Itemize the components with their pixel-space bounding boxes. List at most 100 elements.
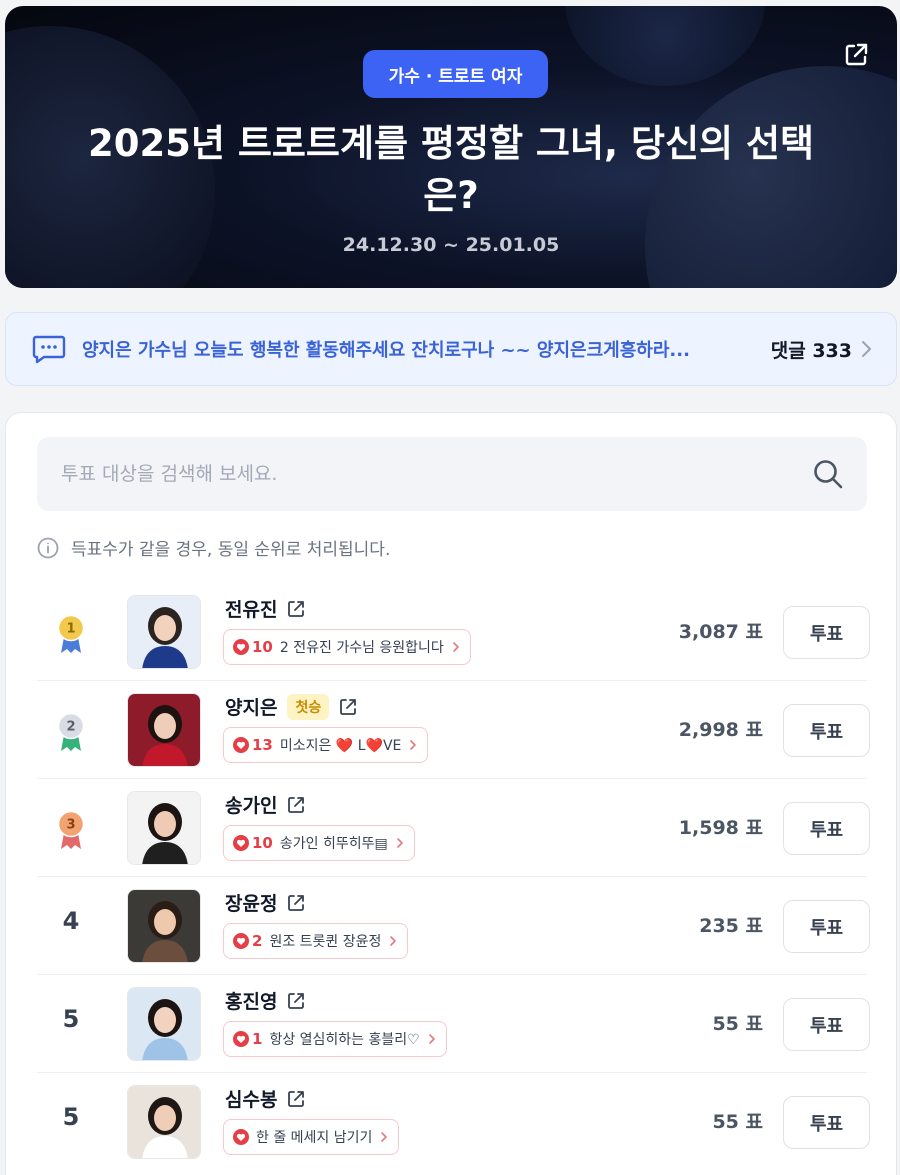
cheer-message-text: 한 줄 메세지 남기기 [256,1130,373,1146]
external-link-icon[interactable] [286,795,306,815]
external-link-icon[interactable] [338,697,358,717]
singer-name: 심수봉 [225,1089,278,1111]
cheer-count: 13 [252,736,273,754]
tie-notice-text: 득표수가 같을 경우, 동일 순위로 처리됩니다. [71,540,391,560]
ranking-row: 2 양지은 첫승 13 미소지은 ❤️ L❤️VE 2,998 표 투표 [37,681,870,779]
avatar-image [128,596,200,668]
rank-number: 1 [66,622,75,637]
singer-name: 장윤정 [225,893,278,915]
category-badge: 가수 · 트로트 여자 [363,50,548,98]
heart-icon [233,933,249,949]
info-icon [37,537,59,558]
cheer-message-pill[interactable]: 1 항상 열심히하는 홍블리♡ [223,1021,447,1057]
comment-bar[interactable]: 양지은 가수님 오늘도 행복한 활동해주세요 잔치로구나 ~~ 양지은크게흥하라… [5,312,897,386]
ranking-card: 득표수가 같을 경우, 동일 순위로 처리됩니다. 1 전유진 10 2 전유진 가수… [5,412,897,1175]
search-input[interactable] [61,463,811,485]
cheer-count: 2 [252,932,263,950]
vote-period: 24.12.30 ~ 25.01.05 [342,234,560,256]
vote-count: 3,087 표 [678,621,763,643]
singer-name-line: 송가인 [225,791,306,818]
vote-count: 235 표 [699,915,763,937]
vote-count: 55 표 [712,1013,763,1035]
cheer-count: 1 [252,1030,263,1048]
heart-icon [233,1129,249,1145]
vote-count: 2,998 표 [678,719,763,741]
cheer-message-text: 2 전유진 가수님 응원합니다 [279,640,444,656]
singer-avatar[interactable] [127,693,201,767]
rank-number: 4 [62,907,80,935]
ranking-list: 1 전유진 10 2 전유진 가수님 응원합니다 3,087 표 투표 2 양지은 첫승 13 미소… [37,583,870,1171]
avatar-image [128,890,200,962]
singer-name: 전유진 [225,599,278,621]
singer-avatar[interactable] [127,1085,201,1159]
singer-avatar[interactable] [127,889,201,963]
chevron-right-icon [453,642,459,652]
page-title: 2025년 트로트계를 평정할 그녀, 당신의 선택은? [87,122,815,217]
cheer-message-text: 항상 열심히하는 홍블리♡ [269,1032,420,1048]
comment-count-label: 댓글 333 [770,339,852,362]
avatar-image [128,1086,200,1158]
search-bar [37,437,867,511]
ranking-row: 1 전유진 10 2 전유진 가수님 응원합니다 3,087 표 투표 [37,583,870,681]
chevron-right-icon [428,1034,435,1044]
comment-count[interactable]: 댓글 333 [771,336,872,363]
chevron-right-icon [410,740,417,750]
ranking-row: 3 송가인 10 송가인 히뚜히뚜▤ 1,598 표 투표 [37,779,870,877]
cheer-message-pill[interactable]: 2 원조 트롯퀸 장윤정 [223,923,409,959]
singer-avatar[interactable] [127,987,201,1061]
singer-name: 송가인 [225,795,278,817]
singer-name-line: 양지은 첫승 [225,693,358,720]
external-link-icon[interactable] [286,1089,306,1109]
cheer-message-text: 원조 트롯퀸 장윤정 [269,934,382,950]
chevron-right-icon [396,838,403,848]
external-link-icon[interactable] [286,893,306,913]
cheer-message-pill[interactable]: 13 미소지은 ❤️ L❤️VE [223,727,429,763]
heart-icon [233,835,249,851]
cheer-message-text: 송가인 히뚜히뚜▤ [279,836,388,852]
singer-name-line: 장윤정 [225,889,306,916]
vote-button[interactable]: 투표 [783,900,870,953]
singer-name-line: 전유진 [225,595,306,622]
singer-name: 홍진영 [225,991,278,1013]
heart-icon [233,737,249,753]
vote-button[interactable]: 투표 [783,1096,870,1149]
share-button[interactable] [839,38,873,72]
search-icon[interactable] [811,457,845,491]
cheer-message-text: 미소지은 ❤️ L❤️VE [279,738,402,754]
singer-name: 양지은 [225,697,278,719]
chevron-right-icon [862,341,871,357]
avatar-image [128,988,200,1060]
vote-button[interactable]: 투표 [783,802,870,855]
cheer-message-pill[interactable]: 한 줄 메세지 남기기 [223,1119,400,1155]
share-icon [845,43,868,66]
heart-icon [233,639,249,655]
singer-avatar[interactable] [127,791,201,865]
chevron-right-icon [381,1132,388,1142]
ranking-row: 4 장윤정 2 원조 트롯퀸 장윤정 235 표 투표 [37,877,870,975]
rank-number: 5 [62,1103,80,1131]
event-banner: 가수 · 트로트 여자 2025년 트로트계를 평정할 그녀, 당신의 선택은?… [5,6,897,288]
singer-name-line: 홍진영 [225,987,306,1014]
external-link-icon[interactable] [286,599,306,619]
ranking-row: 5 홍진영 1 항상 열심히하는 홍블리♡ 55 표 투표 [37,975,870,1073]
rank-number: 5 [62,1005,80,1033]
tie-notice: 득표수가 같을 경우, 동일 순위로 처리됩니다. [37,535,390,560]
silver-medal-icon: 2 [57,712,85,751]
chat-icon [32,335,66,364]
singer-avatar[interactable] [127,595,201,669]
banner-decoration [565,6,765,86]
cheer-count: 10 [252,834,273,852]
first-win-badge: 첫승 [287,693,330,720]
cheer-message-pill[interactable]: 10 2 전유진 가수님 응원합니다 [223,629,471,665]
heart-icon [233,1031,249,1047]
ranking-row: 5 심수봉 한 줄 메세지 남기기 55 표 투표 [37,1073,870,1171]
external-link-icon[interactable] [286,991,306,1011]
bronze-medal-icon: 3 [57,810,85,849]
vote-button[interactable]: 투표 [783,606,870,659]
vote-button[interactable]: 투표 [783,704,870,757]
avatar-image [128,792,200,864]
avatar-image [128,694,200,766]
vote-button[interactable]: 투표 [783,998,870,1051]
cheer-message-pill[interactable]: 10 송가인 히뚜히뚜▤ [223,825,415,861]
singer-name-line: 심수봉 [225,1085,306,1112]
